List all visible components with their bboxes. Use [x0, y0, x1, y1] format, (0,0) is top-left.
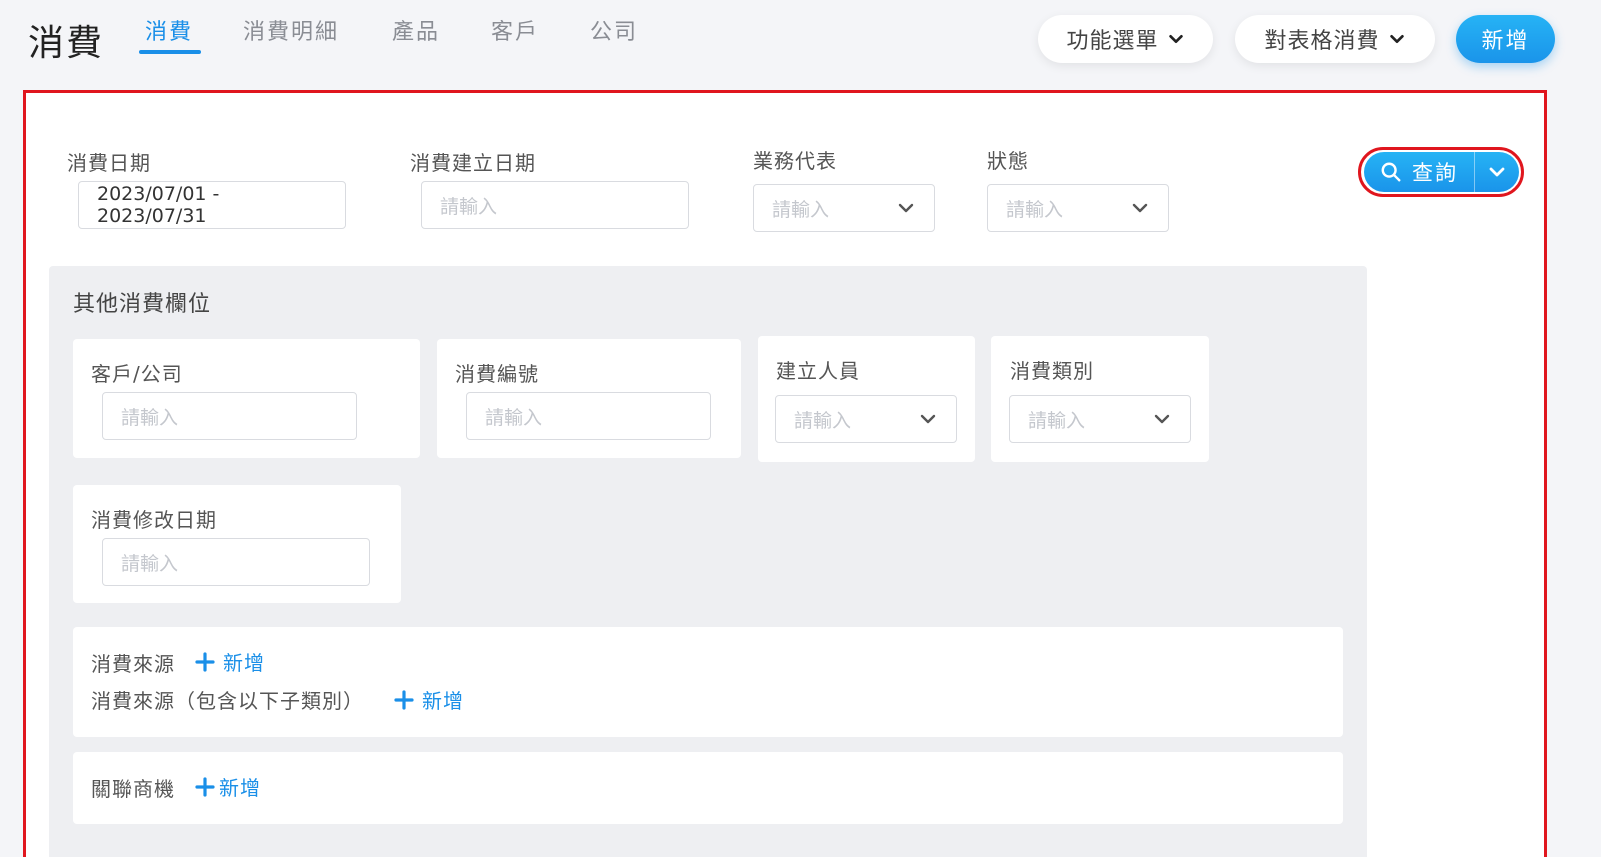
customer-input[interactable]: 請輸入: [102, 392, 357, 440]
sales-rep-select[interactable]: 請輸入: [753, 184, 935, 232]
search-label: 查詢: [1412, 161, 1458, 185]
creator-placeholder: 請輸入: [794, 409, 852, 432]
add-source-sub-label: 新增: [422, 689, 464, 713]
chevron-down-icon: [920, 414, 936, 424]
page-title: 消費: [28, 23, 105, 64]
new-consumption-button[interactable]: 新增: [1456, 15, 1555, 63]
tab-customer[interactable]: 客戶: [491, 14, 539, 46]
plus-icon: [195, 776, 215, 797]
category-label: 消費類別: [1010, 359, 1094, 383]
modified-date-input[interactable]: 請輸入: [102, 538, 370, 586]
created-date-input[interactable]: 請輸入: [421, 181, 689, 229]
sales-rep-placeholder: 請輸入: [772, 198, 830, 221]
search-options-toggle[interactable]: [1475, 162, 1519, 182]
creator-label: 建立人員: [776, 359, 860, 383]
chevron-down-icon: [898, 203, 914, 213]
source-card: [73, 627, 1343, 737]
creator-select[interactable]: 請輸入: [775, 395, 957, 443]
add-source-sub-button[interactable]: 新增: [394, 685, 464, 714]
table-action-label: 對表格消費: [1264, 29, 1380, 54]
chevron-down-icon: [1154, 414, 1170, 424]
plus-icon: [394, 689, 414, 710]
tab-product[interactable]: 產品: [392, 14, 440, 46]
category-placeholder: 請輸入: [1028, 409, 1086, 432]
modified-date-label: 消費修改日期: [91, 508, 217, 532]
add-opportunity-button[interactable]: 新增: [195, 772, 261, 801]
chevron-down-icon: [1168, 34, 1183, 44]
tab-company[interactable]: 公司: [590, 14, 638, 46]
date-range-input[interactable]: 2023/07/01 - 2023/07/31: [78, 181, 346, 229]
chevron-down-icon: [1489, 167, 1505, 177]
created-date-label: 消費建立日期: [410, 151, 536, 175]
status-select[interactable]: 請輸入: [987, 184, 1169, 232]
search-icon: [1381, 162, 1401, 182]
category-select[interactable]: 請輸入: [1009, 395, 1191, 443]
add-source-label: 新增: [223, 651, 265, 675]
active-tab-indicator: [139, 50, 201, 54]
chevron-down-icon: [1389, 34, 1404, 44]
other-fields-title: 其他消費欄位: [73, 292, 212, 317]
source-sub-label: 消費來源（包含以下子類別）: [91, 689, 364, 713]
search-button[interactable]: 查詢: [1364, 152, 1519, 192]
sales-rep-label: 業務代表: [753, 149, 837, 173]
table-action-button[interactable]: 對表格消費: [1235, 15, 1435, 63]
number-label: 消費編號: [455, 362, 539, 386]
number-input[interactable]: 請輸入: [466, 392, 711, 440]
function-menu-button[interactable]: 功能選單: [1038, 15, 1213, 63]
chevron-down-icon: [1132, 203, 1148, 213]
add-source-button[interactable]: 新增: [195, 647, 265, 676]
opportunity-card: [73, 752, 1343, 824]
search-main-button[interactable]: 查詢: [1364, 157, 1474, 187]
status-placeholder: 請輸入: [1006, 198, 1064, 221]
date-label: 消費日期: [67, 151, 151, 175]
function-menu-label: 功能選單: [1066, 29, 1159, 54]
plus-icon: [195, 651, 215, 672]
source-label: 消費來源: [91, 652, 175, 676]
add-opportunity-label: 新增: [219, 776, 261, 800]
customer-label: 客戶/公司: [91, 362, 183, 386]
tab-consumption-detail[interactable]: 消費明細: [243, 14, 339, 46]
opportunity-label: 關聯商機: [91, 777, 175, 801]
tab-consumption[interactable]: 消費: [145, 14, 193, 46]
status-label: 狀態: [987, 149, 1029, 173]
